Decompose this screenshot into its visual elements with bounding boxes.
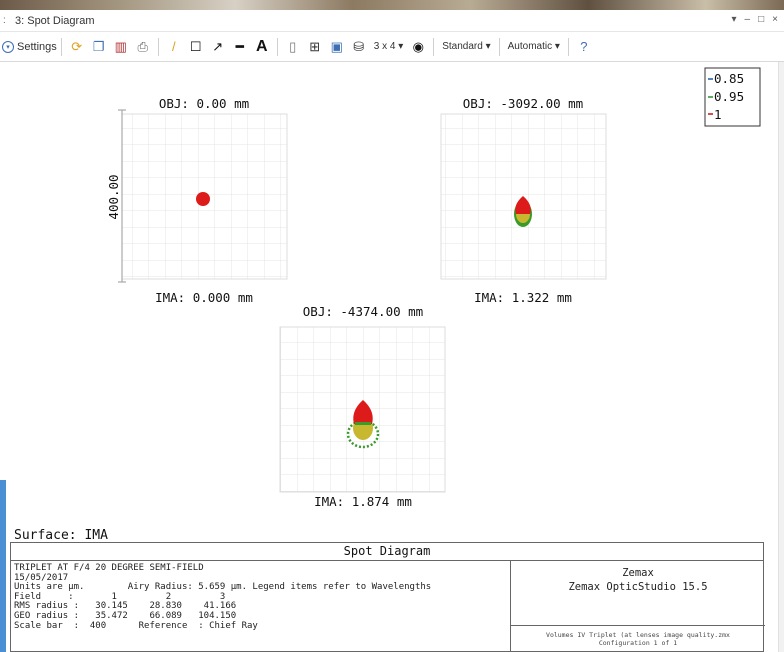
info-panel: Spot Diagram TRIPLET AT F/4 20 DEGREE SE… [10, 542, 765, 652]
refresh-icon[interactable]: ⟳ [69, 39, 85, 55]
toolbar-separator [60, 37, 62, 56]
window-maximize-button[interactable]: □ [758, 14, 764, 25]
chevron-down-icon: ▾ [2, 40, 14, 53]
text-icon[interactable]: A [254, 38, 270, 55]
automatic-dropdown[interactable]: Automatic ▾ [508, 41, 560, 52]
plot-3-ima-label: IMA: 1.874 mm [314, 494, 412, 509]
window-icon[interactable]: ▣ [329, 39, 345, 55]
background-photo-strip [0, 0, 784, 10]
spot-diagram-svg: OBJ: 0.00 mm IMA: 0.000 mm 400.00 OBJ: -… [106, 67, 761, 509]
plot-1-scale-label: 400.00 [106, 174, 121, 219]
surface-label: Surface: IMA [14, 528, 108, 543]
layout-dropdown[interactable]: 3 x 4 ▾ [374, 41, 403, 52]
grid-icon[interactable]: ⊞ [307, 39, 323, 55]
info-line-scale: Scale bar : 400 Reference : Chief Ray [14, 620, 258, 631]
chart-icon[interactable]: ▥ [113, 39, 129, 55]
line-icon[interactable]: ━ [232, 39, 248, 55]
settings-button[interactable]: ▾ Settings [2, 40, 57, 53]
window-title: 3: Spot Diagram [15, 14, 95, 27]
left-accent-bar [0, 480, 6, 652]
window-minimize-button[interactable]: – [745, 14, 751, 25]
plot-3-spot-green-band [355, 422, 371, 425]
arrow-icon[interactable]: ↗ [210, 39, 226, 55]
plot-1-spot [196, 192, 210, 206]
clipboard-icon[interactable]: ▯ [285, 39, 301, 55]
settings-label: Settings [17, 40, 57, 53]
window-close-button[interactable]: × [772, 14, 778, 25]
info-line-title: TRIPLET AT F/4 20 DEGREE SEMI-FIELD [14, 563, 204, 573]
configuration-label: Configuration 1 of 1 [598, 639, 678, 647]
timer-icon[interactable]: ◉ [410, 39, 426, 55]
info-product: Zemax Zemax OpticStudio 15.5 Volumes IV … [511, 561, 765, 652]
toolbar: ▾ Settings ⟳ ❐ ▥ ⎙ / ☐ ↗ ━ A ▯ ⊞ ▣ ⛁ 3 x… [0, 32, 784, 62]
spot-plot-3: OBJ: -4374.00 mm IMA: 1.874 mm [279, 304, 446, 509]
legend-label-1: 0.95 [714, 89, 744, 104]
toolbar-separator [157, 37, 159, 56]
window-controls: ▾ – □ × [732, 14, 778, 25]
plot-2-obj-label: OBJ: -3092.00 mm [463, 96, 583, 111]
window-titlebar: : 3: Spot Diagram ▾ – □ × [0, 10, 784, 32]
product-name: Zemax [622, 567, 654, 579]
plot-3-obj-label: OBJ: -4374.00 mm [303, 304, 423, 319]
legend-label-0: 0.85 [714, 71, 744, 86]
toolbar-separator [276, 37, 278, 56]
info-details: TRIPLET AT F/4 20 DEGREE SEMI-FIELD 15/05… [11, 561, 511, 652]
window-dropdown-button[interactable]: ▾ [732, 14, 737, 25]
standard-dropdown[interactable]: Standard ▾ [442, 41, 490, 52]
info-header: Spot Diagram [11, 543, 763, 561]
plot-1-ima-label: IMA: 0.000 mm [155, 290, 253, 305]
pencil-icon[interactable]: / [166, 39, 182, 55]
help-icon[interactable]: ? [576, 39, 592, 55]
spot-plot-1: OBJ: 0.00 mm IMA: 0.000 mm 400.00 [106, 96, 288, 305]
copy-icon[interactable]: ❐ [91, 39, 107, 55]
toolbar-separator [498, 37, 500, 56]
product-version: Zemax OpticStudio 15.5 [568, 581, 708, 593]
spot-plot-2: OBJ: -3092.00 mm IMA: 1.322 mm [440, 96, 607, 305]
spot-diagram-plot-area: OBJ: 0.00 mm IMA: 0.000 mm 400.00 OBJ: -… [0, 62, 784, 522]
file-name: Volumes IV Triplet (at lenses image qual… [546, 631, 730, 639]
print-icon[interactable]: ⎙ [135, 39, 151, 55]
wavelength-legend: 0.85 0.95 1 [704, 67, 761, 127]
rectangle-icon[interactable]: ☐ [188, 39, 204, 55]
toolbar-separator [433, 37, 435, 56]
file-info-box: Volumes IV Triplet (at lenses image qual… [511, 625, 765, 652]
vertical-scrollbar[interactable] [778, 62, 784, 652]
database-icon[interactable]: ⛁ [351, 39, 367, 55]
toolbar-separator [567, 37, 569, 56]
window-menu-icon[interactable]: : [3, 15, 13, 26]
legend-label-2: 1 [714, 107, 722, 122]
plot-2-ima-label: IMA: 1.322 mm [474, 290, 572, 305]
plot-1-obj-label: OBJ: 0.00 mm [159, 96, 249, 111]
